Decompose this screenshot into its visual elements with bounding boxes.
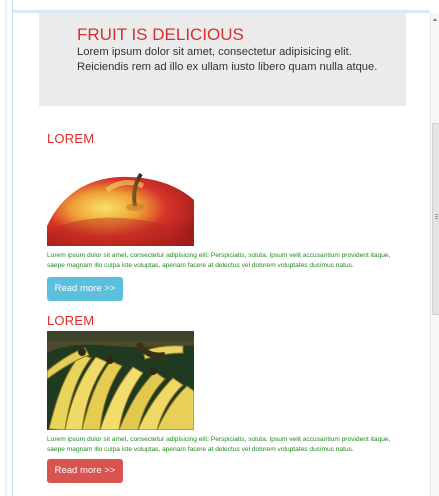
hero-text: Lorem ipsum dolor sit amet, consectetur … — [77, 46, 378, 73]
article-1-description: Lorem ipsum dolor sit amet, consectetur … — [47, 252, 391, 269]
window-top-edge — [0, 0, 439, 8]
article-2-read-more-button[interactable]: Read more >> — [47, 459, 123, 483]
apple-image-svg — [47, 172, 194, 246]
window-left-line — [5, 0, 7, 496]
article-2-title: LOREM — [47, 313, 95, 328]
hero-title: FRUIT IS DELICIOUS — [77, 25, 244, 44]
scroll-grip-icon — [435, 214, 438, 215]
hero-header: FRUIT IS DELICIOUS Lorem ipsum dolor sit… — [39, 13, 406, 106]
page-content: FRUIT IS DELICIOUS Lorem ipsum dolor sit… — [13, 13, 430, 496]
article-2-description: Lorem ipsum dolor sit amet, consectetur … — [47, 436, 391, 453]
bananas-image — [47, 331, 194, 430]
article-1-read-more-button[interactable]: Read more >> — [47, 277, 123, 301]
apple-image — [47, 172, 194, 246]
chevron-up-icon — [433, 18, 437, 21]
scroll-up-arrow[interactable] — [431, 13, 439, 29]
scrollbar-thumb[interactable] — [432, 123, 439, 315]
bananas-image-svg — [47, 331, 194, 430]
article-1-title: LOREM — [47, 131, 95, 146]
vertical-scrollbar[interactable] — [430, 13, 439, 496]
